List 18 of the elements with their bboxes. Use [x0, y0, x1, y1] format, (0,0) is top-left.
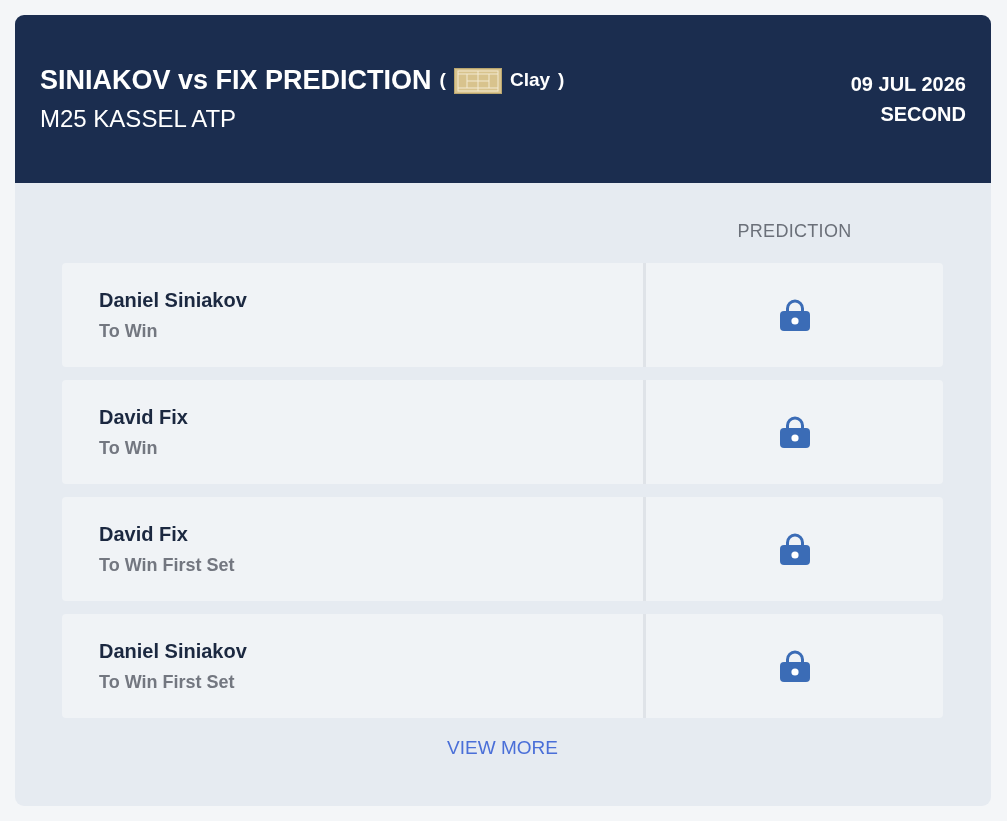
- player-name: Daniel Siniakov: [99, 287, 248, 312]
- match-title: SINIAKOV vs FIX PREDICTION: [40, 64, 432, 97]
- court-icon: [453, 67, 502, 94]
- paren-text: (: [439, 68, 446, 93]
- surface-label: Clay: [509, 68, 551, 93]
- player-name: Daniel Siniakov: [99, 638, 248, 663]
- match-date: 09 JUL 2026: [850, 72, 966, 97]
- market-label: To Win First Set: [99, 671, 236, 694]
- column-header: PREDICTION: [736, 220, 853, 243]
- tournament-name: M25 KASSEL ATP: [40, 104, 238, 134]
- market-label: To Win First Set: [99, 554, 236, 577]
- match-round: SECOND: [879, 102, 966, 127]
- market-label: To Win: [99, 320, 159, 343]
- market-label: To Win: [99, 437, 159, 460]
- player-name: David Fix: [99, 404, 189, 429]
- paren-text: ): [558, 68, 565, 93]
- player-name: David Fix: [99, 521, 189, 546]
- view-more-link[interactable]: VIEW MORE: [447, 734, 558, 763]
